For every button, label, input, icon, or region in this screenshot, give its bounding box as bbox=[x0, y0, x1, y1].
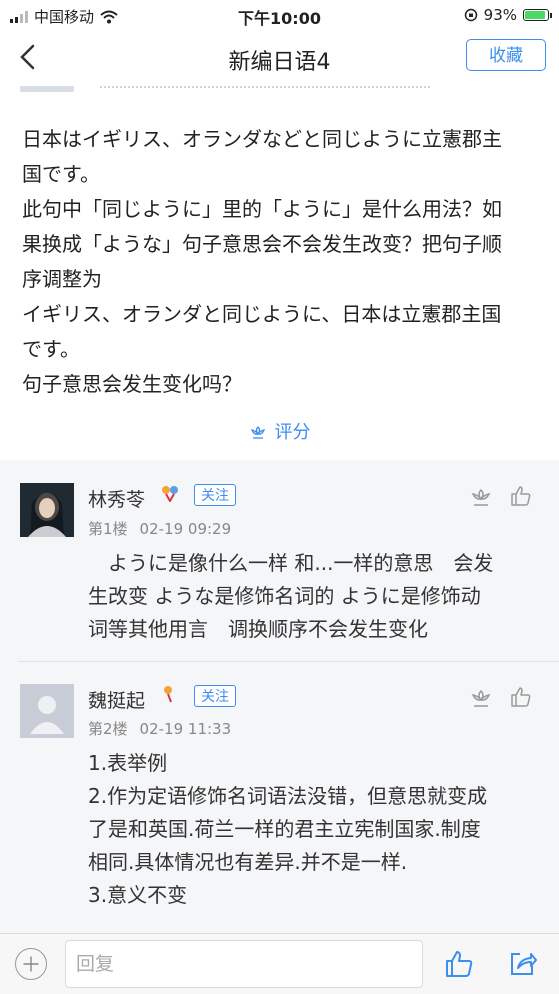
reply-line: 2.作为定语修饰名词语法没错，但意思就变成 bbox=[88, 784, 488, 808]
medal-icon bbox=[162, 486, 178, 502]
reply-line: 词等其他用言 调换顺序不会发生变化 bbox=[88, 617, 428, 641]
avatar[interactable] bbox=[20, 684, 74, 738]
reply-line: 3.意义不变 bbox=[88, 883, 188, 907]
reply-line: 相同.具体情况也有差异.并不是一样. bbox=[88, 850, 408, 874]
replies-section: 林秀苓 关注 第1楼 02-19 09:29 ように是像什么一样 和...一样的意… bbox=[0, 460, 559, 935]
post-line: 日本はイギリス、オランダなどと同じように立憲郡主 bbox=[22, 127, 502, 151]
reply-line: 了是和英国.荷兰一样的君主立宪制国家.制度 bbox=[88, 817, 481, 841]
reply-meta: 第2楼 02-19 11:33 bbox=[88, 718, 243, 739]
follow-button[interactable]: 关注 bbox=[194, 685, 236, 707]
thumbs-up-icon[interactable] bbox=[443, 948, 475, 980]
flower-icon[interactable] bbox=[469, 486, 493, 510]
reply-time: 02-19 09:29 bbox=[139, 520, 232, 538]
rate-button[interactable]: 评分 bbox=[0, 418, 559, 444]
post-line: 句子意思会发生变化吗？ bbox=[22, 372, 242, 396]
thumbs-up-icon[interactable] bbox=[509, 484, 533, 508]
nav-bar: 新编日语4 收藏 bbox=[0, 30, 559, 86]
rate-label: 评分 bbox=[274, 422, 311, 443]
reply-content: ように是像什么一样 和...一样的意思 会发 生改变 ような是修饰名词的 ように… bbox=[88, 547, 538, 646]
reply-time: 02-19 11:33 bbox=[139, 720, 232, 738]
flower-icon[interactable] bbox=[469, 687, 493, 711]
reply-line: 1.表举例 bbox=[88, 751, 168, 775]
floor-label: 第2楼 bbox=[88, 720, 128, 738]
scrolled-header-remnant bbox=[0, 86, 559, 94]
post-line: イギリス、オランダと同じように、日本は立憲郡主国 bbox=[22, 302, 502, 326]
battery-percent: 93% bbox=[483, 6, 517, 24]
thumbs-up-icon[interactable] bbox=[509, 685, 533, 709]
orientation-lock-icon bbox=[464, 8, 477, 22]
post-line: です。 bbox=[22, 337, 80, 361]
post-line: 此句中「同じように」里的「ように」是什么用法？如 bbox=[22, 197, 502, 221]
post-line: 国です。 bbox=[22, 162, 100, 186]
collect-button[interactable]: 收藏 bbox=[466, 39, 546, 71]
question-body: 日本はイギリス、オランダなどと同じように立憲郡主 国です。 此句中「同じように」… bbox=[22, 122, 540, 402]
plus-icon[interactable] bbox=[15, 948, 47, 980]
bottom-reply-bar: 回复 bbox=[0, 933, 559, 994]
reply-line: 生改变 ような是修饰名词的 ように是修饰动 bbox=[88, 584, 481, 608]
share-icon[interactable] bbox=[506, 948, 538, 980]
divider bbox=[18, 661, 559, 662]
medal-icon bbox=[164, 686, 172, 703]
username[interactable]: 林秀苓 bbox=[88, 485, 145, 512]
reply-line: ように是像什么一样 和...一样的意思 会发 bbox=[88, 551, 494, 575]
reply-meta: 第1楼 02-19 09:29 bbox=[88, 518, 243, 539]
flower-icon bbox=[250, 426, 265, 439]
status-bar: 中国移动 下午10:00 93% bbox=[0, 0, 559, 30]
post-line: 序调整为 bbox=[22, 267, 102, 291]
floor-label: 第1楼 bbox=[88, 520, 128, 538]
avatar[interactable] bbox=[20, 483, 74, 537]
post-line: 果换成「ような」句子意思会不会发生改变？把句子顺 bbox=[22, 232, 502, 256]
follow-button[interactable]: 关注 bbox=[194, 484, 236, 506]
reply-input[interactable]: 回复 bbox=[65, 940, 423, 988]
username[interactable]: 魏挺起 bbox=[88, 686, 145, 713]
battery-icon bbox=[523, 9, 552, 21]
reply-content: 1.表举例 2.作为定语修饰名词语法没错，但意思就变成 了是和英国.荷兰一样的君… bbox=[88, 747, 548, 912]
